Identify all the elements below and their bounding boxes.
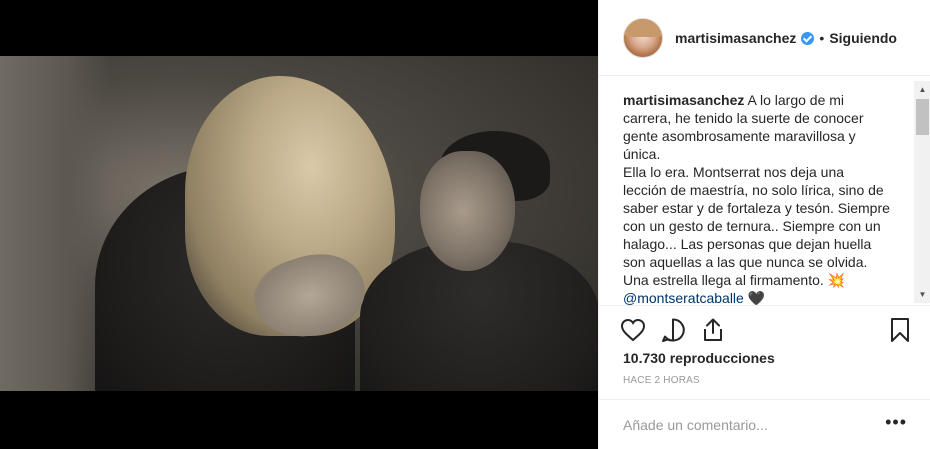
comment-bar: ••• bbox=[599, 399, 930, 449]
heart-icon[interactable] bbox=[619, 316, 647, 344]
mention-emoji: 🖤 bbox=[747, 290, 766, 305]
avatar[interactable] bbox=[623, 17, 663, 58]
caption-line-2: Ella lo era. Montserrat nos deja una lec… bbox=[623, 164, 890, 270]
post-side-panel: martisimasanchez • Siguiendo martisimasa… bbox=[598, 0, 930, 449]
mention-link[interactable]: @montseratcaballe bbox=[623, 290, 744, 305]
scroll-up-arrow-icon[interactable]: ▲ bbox=[914, 81, 930, 98]
video-player[interactable] bbox=[0, 56, 598, 391]
caption-area: martisimasanchez A lo largo de mi carrer… bbox=[599, 77, 930, 305]
verified-badge-icon bbox=[801, 32, 815, 45]
post-timestamp[interactable]: HACE 2 HORAS bbox=[623, 375, 700, 386]
caption-mention-line: @montseratcaballe 🖤 bbox=[623, 289, 891, 305]
caption-scrollbar[interactable]: ▲ ▼ bbox=[914, 81, 930, 303]
caption-line-3: Una estrella llega al firmamento. 💥 bbox=[623, 272, 846, 288]
caption-first-paragraph: martisimasanchez A lo largo de mi carrer… bbox=[623, 91, 891, 163]
view-count[interactable]: 10.730 reproducciones bbox=[623, 350, 775, 366]
video-figure-right-face bbox=[420, 151, 515, 271]
media-panel bbox=[0, 0, 598, 449]
post-header: martisimasanchez • Siguiendo bbox=[599, 0, 930, 76]
scroll-thumb[interactable] bbox=[916, 99, 929, 135]
action-bar bbox=[599, 305, 930, 353]
header-separator: • bbox=[819, 29, 825, 46]
following-button[interactable]: Siguiendo bbox=[829, 30, 897, 46]
video-background bbox=[0, 56, 110, 391]
scroll-down-arrow-icon[interactable]: ▼ bbox=[914, 286, 930, 303]
header-username[interactable]: martisimasanchez bbox=[675, 30, 796, 46]
comment-input[interactable] bbox=[623, 416, 886, 433]
share-icon[interactable] bbox=[699, 316, 727, 344]
avatar-hair bbox=[624, 18, 662, 37]
caption: martisimasanchez A lo largo de mi carrer… bbox=[599, 77, 915, 305]
bookmark-icon[interactable] bbox=[886, 316, 914, 344]
caption-username[interactable]: martisimasanchez bbox=[623, 92, 744, 108]
comment-icon[interactable] bbox=[659, 316, 687, 344]
more-options-icon[interactable]: ••• bbox=[885, 413, 907, 431]
